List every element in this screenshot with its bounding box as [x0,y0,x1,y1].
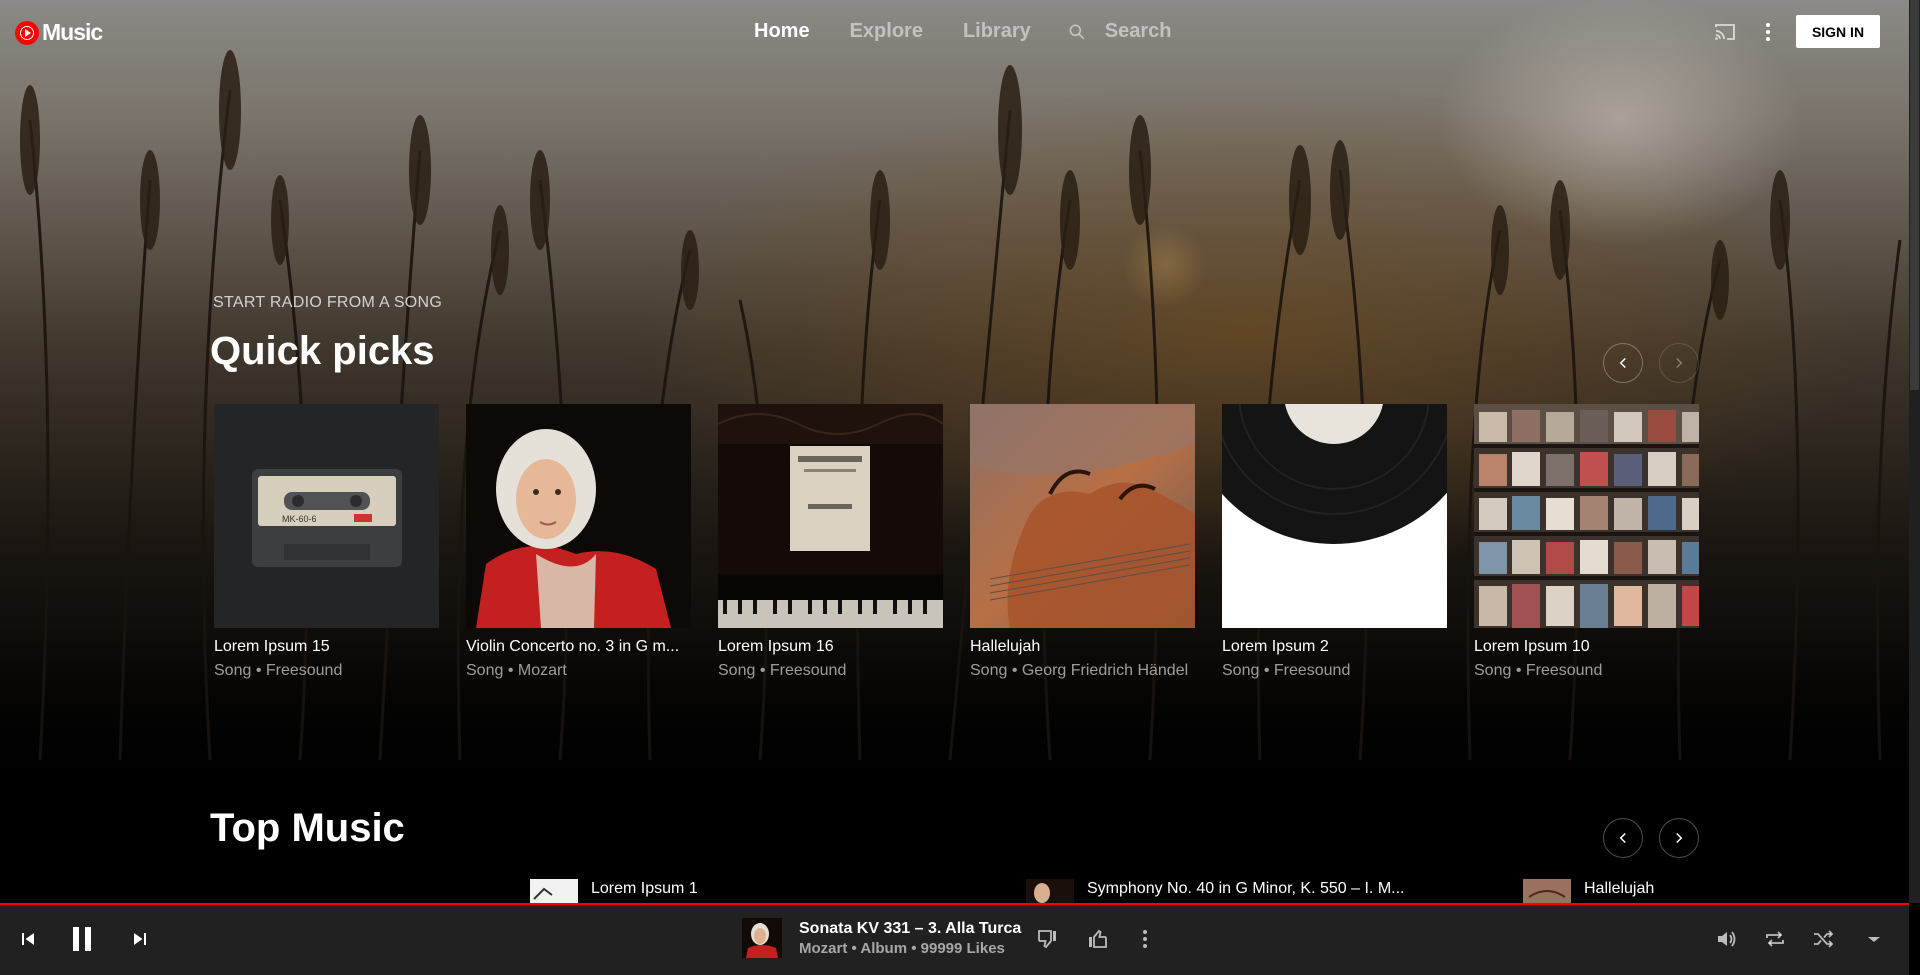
now-playing-subtitle: Mozart • Album • 99999 Likes [799,940,1005,957]
quick-pick-card[interactable]: MK-60-6 Lorem Ipsum 15 Song • Freesound [214,404,439,680]
scrollbar-thumb[interactable] [1910,0,1919,390]
arrow-drop-down-icon [1868,937,1880,942]
pause-icon [73,927,91,951]
repeat-button[interactable] [1763,927,1787,951]
album-art-vinyl[interactable] [1222,404,1447,628]
chevron-left-icon [1619,832,1626,844]
mozart-portrait-thumb-icon [742,918,782,958]
album-art-mozart-thumb [1026,879,1074,903]
quick-pick-card[interactable]: Lorem Ipsum 10 Song • Freesound [1474,404,1699,680]
card-title[interactable]: Lorem Ipsum 15 [214,638,439,656]
card-subtitle: Song • Freesound [718,662,847,679]
album-art-cassette-thumb [530,879,578,903]
cast-icon[interactable] [1713,20,1737,44]
card-subtitle: Song • Freesound [1222,662,1351,679]
separator: • [907,940,921,957]
quick-picks-carousel: MK-60-6 Lorem Ipsum 15 Song • Freesound … [214,404,1726,680]
now-playing-art[interactable] [742,918,782,958]
nav-library[interactable]: Library [963,20,1031,43]
mozart-portrait-icon [466,404,691,628]
svg-text:MK-60-6: MK-60-6 [282,514,317,524]
album-art-cd-shelves[interactable] [1474,404,1699,628]
quick-pick-card[interactable]: Hallelujah Song • Georg Friedrich Händel [970,404,1195,680]
repeat-icon [1766,931,1784,947]
card-title[interactable]: Lorem Ipsum 2 [1222,638,1447,656]
player-more-button[interactable] [1133,927,1157,951]
search-icon [1069,24,1085,39]
more-options-icon[interactable] [1756,20,1780,44]
list-item-title: Symphony No. 40 in G Minor, K. 550 – I. … [1087,880,1405,897]
separator: • [847,940,861,957]
vinyl-record-icon [1222,404,1447,628]
now-playing-title[interactable]: Sonata KV 331 – 3. Alla Turca [799,920,1021,938]
card-title[interactable]: Lorem Ipsum 16 [718,638,943,656]
quick-picks-next-button[interactable] [1659,343,1699,383]
skip-previous-icon [22,933,34,945]
card-subtitle: Song • Freesound [1474,662,1603,679]
cassette-tape-icon: MK-60-6 [214,404,439,628]
quick-picks-kicker: START RADIO FROM A SONG [213,294,443,311]
page-scrollbar[interactable] [1909,0,1920,903]
volume-button[interactable] [1715,927,1739,951]
logo-text: Music [42,19,103,45]
card-title[interactable]: Lorem Ipsum 10 [1474,638,1699,656]
now-playing-album[interactable]: Album [860,940,907,957]
violin-icon [970,404,1195,628]
next-track-button[interactable] [128,927,152,951]
like-count: 99999 Likes [920,940,1005,957]
youtube-music-logo-icon [15,20,39,45]
card-subtitle: Song • Mozart [466,662,567,679]
quick-picks-title[interactable]: Quick picks [210,329,435,374]
main-nav: Home Explore Library Search [754,20,1171,43]
app-logo[interactable]: Music [15,19,103,46]
top-navigation-bar: Music Home Explore Library Search SIGN I… [0,0,1909,64]
piano-sheet-music-icon [718,404,943,628]
dislike-button[interactable] [1036,927,1060,951]
album-art-mozart[interactable] [466,404,691,628]
list-item-title: Lorem Ipsum 1 [591,880,698,897]
card-subtitle: Song • Freesound [214,662,343,679]
sign-in-button[interactable]: SIGN IN [1796,15,1880,48]
nav-explore[interactable]: Explore [850,20,923,43]
card-subtitle: Song • Georg Friedrich Händel [970,662,1189,679]
player-bar: Sonata KV 331 – 3. Alla Turca Mozart • A… [0,903,1909,975]
top-music-prev-button[interactable] [1603,818,1643,858]
volume-icon [1718,931,1736,947]
shuffle-icon [1814,930,1834,948]
quick-picks-prev-button[interactable] [1603,343,1643,383]
now-playing-artist[interactable]: Mozart [799,940,847,957]
list-item-title: Hallelujah [1584,880,1655,897]
card-title[interactable]: Violin Concerto no. 3 in G m... [466,638,691,656]
nav-home[interactable]: Home [754,20,810,43]
top-music-next-button[interactable] [1659,818,1699,858]
search-label: Search [1104,20,1172,42]
playback-progress-bar[interactable] [0,903,1909,905]
skip-next-icon [134,933,146,945]
quick-pick-card[interactable]: Lorem Ipsum 16 Song • Freesound [718,404,943,680]
chevron-right-icon [1676,357,1683,369]
card-title[interactable]: Hallelujah [970,638,1195,656]
cd-shelves-icon [1474,404,1699,628]
previous-track-button[interactable] [16,927,40,951]
chevron-right-icon [1676,832,1683,844]
shuffle-button[interactable] [1811,927,1835,951]
quick-pick-card[interactable]: Violin Concerto no. 3 in G m... Song • M… [466,404,691,680]
top-music-list-item[interactable]: Lorem Ipsum 1 [530,879,698,903]
like-button[interactable] [1085,927,1109,951]
more-vert-icon [1143,930,1147,948]
pause-button[interactable] [66,923,98,955]
search-button[interactable]: Search [1067,20,1172,43]
top-music-list-item[interactable]: Symphony No. 40 in G Minor, K. 550 – I. … [1026,879,1404,903]
album-art-cassette[interactable]: MK-60-6 [214,404,439,628]
album-art-violin-thumb [1523,879,1571,903]
chevron-left-icon [1619,357,1626,369]
quick-pick-card[interactable]: Lorem Ipsum 2 Song • Freesound [1222,404,1447,680]
top-music-title[interactable]: Top Music [210,806,405,851]
thumbs-up-icon [1089,929,1107,948]
thumbs-down-icon [1038,930,1056,949]
album-art-piano[interactable] [718,404,943,628]
top-music-list-item[interactable]: Hallelujah [1523,879,1654,903]
expand-player-button[interactable] [1862,927,1886,951]
album-art-violin[interactable] [970,404,1195,628]
